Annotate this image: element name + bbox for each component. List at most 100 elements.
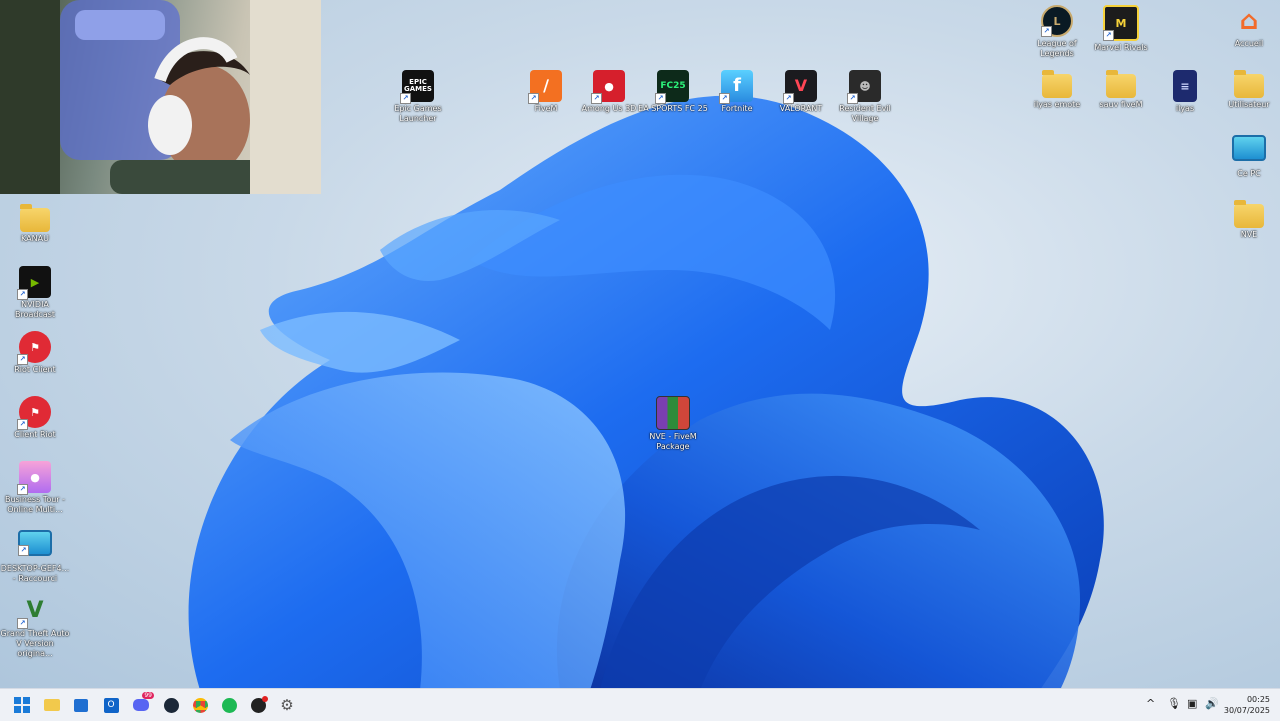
epic-badge: EPIC GAMES: [404, 78, 432, 93]
tray-overflow-chevron[interactable]: ^: [1146, 697, 1155, 710]
desktop-icon-epic-games[interactable]: EPIC GAMES ↗ Epic Games Launcher: [383, 70, 453, 124]
icon-label: Resident Evil Village: [839, 104, 891, 123]
desktop-icon-league-of-legends[interactable]: L ↗ League of Legends: [1022, 5, 1092, 59]
desktop-icon-ilyas-emote[interactable]: ilyas emote: [1022, 70, 1092, 110]
desktop-icon-marvel-rivals[interactable]: M ↗ Marvel Rivals: [1086, 5, 1156, 53]
desktop-icon-riot-client[interactable]: ⚑ ↗ Riot Client: [0, 331, 70, 375]
desktop-icon-nve[interactable]: NVE: [1214, 200, 1280, 240]
fortnite-icon: f ↗: [719, 70, 753, 104]
desktop-icon-fortnite[interactable]: f ↗ Fortnite: [702, 70, 772, 114]
clock-time: 00:25: [1246, 695, 1270, 704]
icon-label: sauv fiveM: [1099, 100, 1143, 109]
desktop-icon-business-tour[interactable]: ● ↗ Business Tour - Online Multi...: [0, 461, 70, 515]
icon-label: ilyas: [1175, 104, 1195, 113]
settings-button[interactable]: ⚙: [277, 695, 297, 715]
icon-label: League of Legends: [1037, 39, 1077, 58]
league-icon: L ↗: [1041, 5, 1073, 37]
clock-date: 30/07/2025: [1223, 706, 1270, 715]
discord-button[interactable]: 99: [131, 692, 154, 715]
icon-label: ilyas emote: [1033, 100, 1081, 109]
document-icon: ≡: [1173, 70, 1197, 102]
desktop-icon-ea-fc[interactable]: FC25 ↗ EA SPORTS FC 25: [638, 70, 708, 114]
windows-icon: [14, 697, 30, 713]
chrome-icon: [192, 697, 208, 713]
among-us-icon: ● ↗: [591, 70, 625, 104]
spotify-button[interactable]: [219, 695, 239, 715]
desktop-icon-accueil[interactable]: ⌂ Accueil: [1214, 5, 1280, 49]
chrome-button[interactable]: [190, 695, 210, 715]
winrar-archive-icon: [656, 396, 690, 430]
start-button[interactable]: [12, 695, 32, 715]
riot-icon: ⚑ ↗: [17, 396, 51, 430]
store-icon: [74, 698, 88, 712]
desktop-icon-fivem[interactable]: ∕ ↗ FiveM: [511, 70, 581, 114]
desktop-icon-ilyas[interactable]: ≡ ilyas: [1150, 70, 1220, 114]
system-clock[interactable]: 00:25 30/07/2025: [1224, 694, 1270, 716]
network-icon[interactable]: ▣: [1187, 697, 1197, 710]
icon-label: NVE - FiveM Package: [649, 432, 697, 451]
steam-icon: [163, 697, 179, 713]
desktop-icon-nve-fivem-package[interactable]: NVE - FiveM Package: [638, 396, 708, 452]
epic-games-icon: EPIC GAMES ↗: [400, 70, 434, 104]
desktop-icon-among-us[interactable]: ● ↗ Among Us 3D: [574, 70, 644, 114]
icon-label: EA SPORTS FC 25: [638, 104, 708, 113]
icon-label: Grand Theft Auto V Version origina...: [0, 629, 70, 658]
icon-label: Epic Games Launcher: [394, 104, 442, 123]
outlook-button[interactable]: O: [101, 695, 121, 715]
icon-label: Utilisateur: [1228, 100, 1270, 109]
icon-label: VALORANT: [779, 104, 823, 113]
desktop-icon-gta-v[interactable]: V ↗ Grand Theft Auto V Version origina...: [0, 595, 70, 659]
folder-icon: [1106, 70, 1136, 98]
icon-label: DESKTOP-GEF4... - Raccourci: [0, 564, 70, 583]
streamer-silhouette: [0, 0, 321, 194]
desktop-icon-nvidia-broadcast[interactable]: ▶ ↗ NVIDIA Broadcast: [0, 266, 70, 320]
desktop-icon-valorant[interactable]: V ↗ VALORANT: [766, 70, 836, 114]
file-explorer-button[interactable]: [42, 695, 62, 715]
marvel-rivals-icon: M ↗: [1103, 5, 1139, 41]
valorant-icon: V ↗: [783, 70, 817, 104]
taskbar: O 99 ⚙ ^ 🎙 ▣ 🔊 00:25 30/07/2025: [0, 688, 1280, 721]
icon-label: NVE: [1240, 230, 1258, 239]
riot-icon: ⚑ ↗: [17, 331, 51, 365]
webcam-overlay: [0, 0, 321, 194]
desktop-icon-utilisateur[interactable]: Utilisateur: [1214, 70, 1280, 110]
gear-icon: ⚙: [280, 696, 294, 714]
icon-label: Fortnite: [721, 104, 753, 113]
desktop-icon-desktop-raccourci[interactable]: ↗ DESKTOP-GEF4... - Raccourci: [0, 530, 70, 584]
fivem-icon: ∕ ↗: [528, 70, 562, 104]
folder-icon: [1234, 200, 1264, 228]
obs-button[interactable]: [248, 695, 268, 715]
store-button[interactable]: [71, 695, 91, 715]
volume-icon[interactable]: 🔊: [1205, 697, 1219, 710]
folder-icon: [1042, 70, 1072, 98]
home-icon: ⌂: [1239, 6, 1259, 36]
desktop-icon-ce-pc[interactable]: Ce PC: [1214, 135, 1280, 179]
desktop-icon-client-riot[interactable]: ⚑ ↗ Client Riot: [0, 396, 70, 440]
icon-label: Among Us 3D: [581, 104, 637, 113]
computer-icon: ↗: [18, 530, 52, 556]
microphone-icon[interactable]: 🎙: [1167, 697, 1181, 710]
desktop-icon-kanau[interactable]: KANAU: [0, 204, 70, 244]
folder-icon: [44, 699, 60, 711]
computer-icon: [1232, 135, 1266, 161]
desktop-icon-resident-evil[interactable]: ☻ ↗ Resident Evil Village: [830, 70, 900, 124]
icon-label: Accueil: [1234, 39, 1264, 48]
recording-dot: [262, 696, 268, 702]
desktop[interactable]: KANAU ▶ ↗ NVIDIA Broadcast ⚑ ↗ Riot Client…: [0, 0, 1280, 688]
folder-icon: [20, 204, 50, 232]
desktop-icon-sauv-fivem[interactable]: sauv fiveM: [1086, 70, 1156, 110]
ea-fc-icon: FC25 ↗: [655, 70, 689, 104]
spotify-icon: [221, 697, 237, 713]
icon-label: Marvel Rivals: [1094, 43, 1148, 52]
icon-label: Riot Client: [14, 365, 56, 374]
icon-label: FiveM: [534, 104, 558, 113]
icon-label: Client Riot: [14, 430, 56, 439]
gta-icon: V ↗: [17, 595, 51, 629]
steam-button[interactable]: [161, 695, 181, 715]
business-tour-icon: ● ↗: [17, 461, 51, 495]
resident-evil-icon: ☻ ↗: [847, 70, 881, 104]
folder-icon: [1234, 70, 1264, 98]
ea-fc-badge: FC25: [660, 80, 686, 91]
discord-badge: 99: [142, 692, 154, 699]
discord-icon: [133, 699, 149, 711]
